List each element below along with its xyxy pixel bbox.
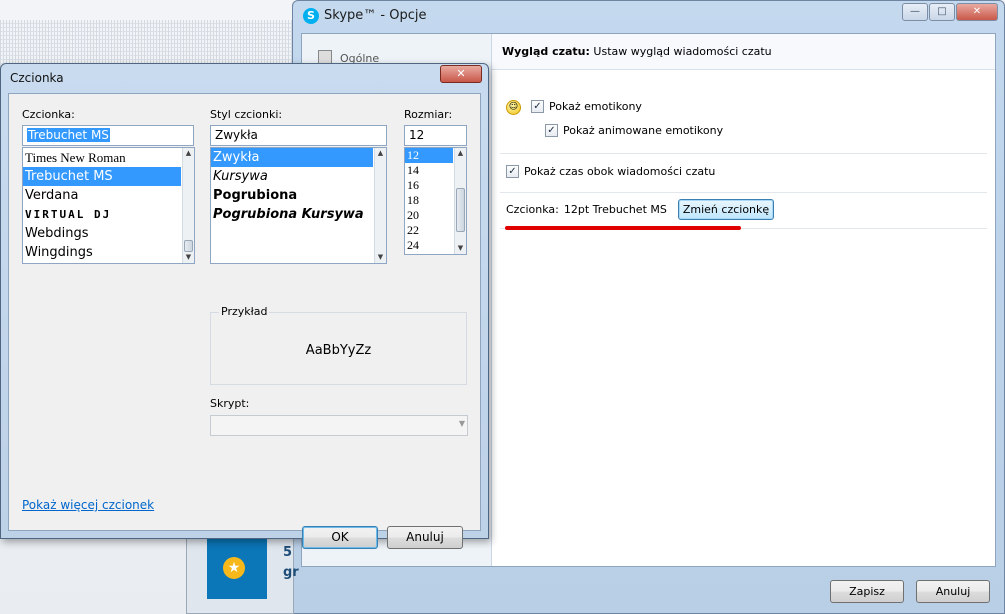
ok-button[interactable]: OK — [302, 526, 378, 549]
font-size-input[interactable]: 12 — [404, 125, 467, 146]
dropdown-arrow-icon: ▼ — [458, 419, 465, 428]
list-item[interactable]: Webdings — [23, 224, 181, 243]
section-title: Wygląd czatu: — [502, 45, 590, 58]
font-dialog: Czcionka ✕ Czcionka: Trebuchet MS Times … — [0, 63, 489, 549]
font-dialog-body: Czcionka: Trebuchet MS Times New Roman Tr… — [8, 93, 481, 549]
list-item[interactable]: 20 — [405, 208, 453, 223]
list-item[interactable]: 16 — [405, 178, 453, 193]
font-list-scrollbar[interactable]: ▲ ▼ — [182, 148, 194, 263]
minimize-button[interactable]: — — [902, 3, 928, 21]
more-fonts-link[interactable]: Pokaż więcej czcionek — [22, 498, 154, 512]
font-size-list[interactable]: 12 14 16 18 20 22 24 ▲ ▼ — [404, 147, 467, 255]
skype-window-title: Skype™ - Opcje — [324, 8, 427, 23]
list-item[interactable]: Trebuchet MS — [23, 167, 181, 186]
list-item[interactable]: 18 — [405, 193, 453, 208]
show-animated-row: ✓ Pokaż animowane emotikony — [545, 124, 723, 137]
window-controls: — □ ✕ — [902, 3, 998, 21]
divider — [500, 192, 987, 193]
script-label: Skrypt: — [210, 397, 250, 410]
font-dialog-title: Czcionka — [10, 71, 64, 85]
script-select[interactable]: ▼ — [210, 415, 468, 436]
sample-group: Przykład AaBbYyZz — [210, 305, 467, 385]
scroll-down-arrow-icon[interactable]: ▼ — [375, 252, 386, 263]
list-item[interactable]: VIRTUAL DJ — [23, 205, 181, 224]
list-item[interactable]: Kursywa — [211, 167, 373, 186]
sample-text: AaBbYyZz — [305, 343, 372, 358]
font-setting-label: Czcionka: — [506, 203, 559, 216]
cancel-button[interactable]: Anuluj — [387, 526, 463, 549]
skype-titlebar: S Skype™ - Opcje — □ ✕ — [293, 1, 1004, 31]
scroll-down-arrow-icon[interactable]: ▼ — [455, 243, 466, 254]
scroll-up-arrow-icon[interactable]: ▲ — [183, 148, 194, 159]
list-item[interactable]: Verdana — [23, 186, 181, 205]
font-family-input[interactable]: Trebuchet MS — [22, 125, 194, 146]
divider — [500, 153, 987, 154]
font-size-label: Rozmiar: — [404, 108, 453, 121]
save-button[interactable]: Zapisz — [830, 580, 904, 603]
list-item[interactable]: 24 — [405, 238, 453, 253]
red-underline-annotation — [505, 226, 741, 230]
show-emoticons-row: ✓ Pokaż emotikony — [531, 100, 642, 113]
close-button[interactable]: ✕ — [956, 3, 998, 21]
show-animated-label: Pokaż animowane emotikony — [563, 124, 724, 137]
desktop-noise — [0, 20, 300, 68]
font-family-label: Czcionka: — [22, 108, 75, 121]
list-item[interactable]: Wingdings — [23, 243, 181, 262]
show-time-row: ✓ Pokaż czas obok wiadomości czatu — [506, 165, 715, 178]
list-item[interactable]: 22 — [405, 223, 453, 238]
scroll-thumb[interactable] — [184, 240, 193, 252]
font-family-list[interactable]: Times New Roman Trebuchet MS Verdana VIRTUA… — [22, 147, 195, 264]
skype-logo-icon: S — [303, 8, 319, 24]
scroll-thumb[interactable] — [456, 188, 465, 232]
list-item[interactable]: Times New Roman — [23, 148, 181, 167]
scroll-down-arrow-icon[interactable]: ▼ — [183, 252, 194, 263]
scroll-up-arrow-icon[interactable]: ▲ — [455, 148, 466, 159]
font-family-input-value: Trebuchet MS — [27, 128, 110, 142]
section-header: Wygląd czatu: Ustaw wygląd wiadomości cz… — [492, 34, 995, 70]
font-style-input[interactable]: Zwykła — [210, 125, 387, 146]
show-time-label: Pokaż czas obok wiadomości czatu — [524, 165, 716, 178]
show-time-checkbox[interactable]: ✓ — [506, 165, 519, 178]
list-item[interactable]: 14 — [405, 163, 453, 178]
maximize-button[interactable]: □ — [929, 3, 955, 21]
section-description: Ustaw wygląd wiadomości czatu — [593, 45, 772, 58]
chat-appearance-content: Wygląd czatu: Ustaw wygląd wiadomości cz… — [492, 34, 995, 566]
sample-label: Przykład — [219, 305, 270, 318]
list-item[interactable]: Pogrubiona Kursywa — [211, 205, 373, 224]
font-style-label: Styl czcionki: — [210, 108, 283, 121]
scroll-up-arrow-icon[interactable]: ▲ — [375, 148, 386, 159]
cancel-button[interactable]: Anuluj — [916, 580, 990, 603]
font-dialog-close-button[interactable]: ✕ — [440, 65, 482, 83]
list-item[interactable]: Pogrubiona — [211, 186, 373, 205]
change-font-button[interactable]: Zmień czcionkę — [677, 199, 775, 220]
show-emoticons-label: Pokaż emotikony — [549, 100, 642, 113]
show-animated-checkbox[interactable]: ✓ — [545, 124, 558, 137]
list-item[interactable]: 12 — [405, 148, 453, 163]
size-list-scrollbar[interactable]: ▲ ▼ — [454, 148, 466, 254]
font-setting-row: Czcionka: 12pt Trebuchet MS Zmień czcion… — [506, 199, 775, 220]
promo-text: 5 gr — [283, 545, 299, 580]
smiley-icon: ☺ — [506, 100, 521, 115]
show-emoticons-checkbox[interactable]: ✓ — [531, 100, 544, 113]
list-item[interactable]: Zwykła — [211, 148, 373, 167]
star-icon: ★ — [223, 557, 245, 579]
style-list-scrollbar[interactable]: ▲ ▼ — [374, 148, 386, 263]
font-setting-value: 12pt Trebuchet MS — [563, 203, 667, 216]
font-style-list[interactable]: Zwykła Kursywa Pogrubiona Pogrubiona Kursyw… — [210, 147, 387, 264]
